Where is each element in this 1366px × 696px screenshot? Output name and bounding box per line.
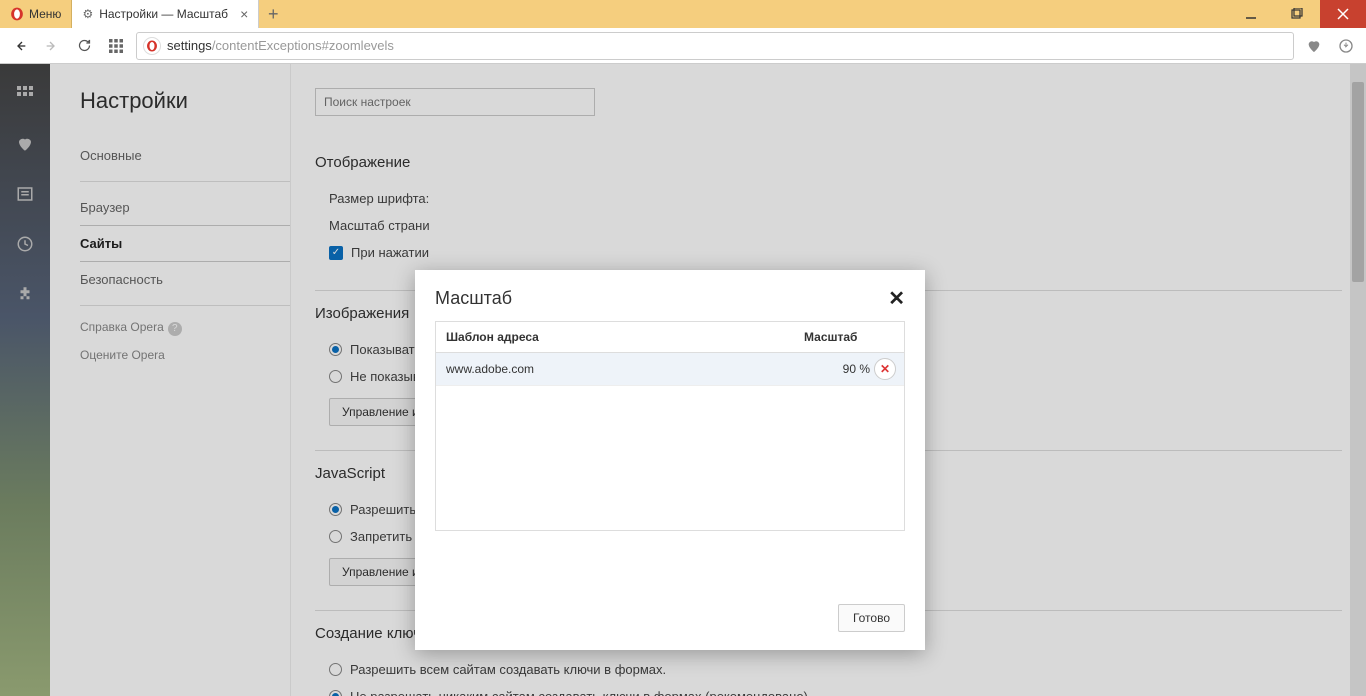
section-display: Отображение — [315, 140, 1342, 171]
page-title: Настройки — [80, 88, 290, 114]
news-rail-icon[interactable] — [15, 184, 35, 204]
extensions-rail-icon[interactable] — [15, 284, 35, 304]
checkbox-icon: ✓ — [329, 246, 343, 260]
browser-tab[interactable]: ⚙ Настройки — Масштаб × — [72, 0, 259, 28]
nav-help[interactable]: Справка Opera? — [80, 314, 290, 342]
settings-nav: Настройки Основные Браузер Сайты Безопас… — [50, 64, 290, 696]
history-rail-icon[interactable] — [15, 234, 35, 254]
menu-button[interactable]: Меню — [0, 0, 72, 28]
help-icon: ? — [168, 322, 182, 336]
nav-rate[interactable]: Оцените Opera — [80, 342, 290, 368]
left-rail — [0, 64, 50, 696]
heart-icon — [1306, 38, 1322, 54]
address-bar[interactable]: settings/contentExceptions#zoomlevels — [136, 32, 1294, 60]
row-zoom: 90 % — [760, 353, 870, 385]
radio-icon — [329, 343, 342, 356]
nav-security[interactable]: Безопасность — [80, 262, 290, 297]
reload-icon — [77, 38, 92, 53]
gear-icon: ⚙ — [82, 7, 93, 21]
grid-icon — [109, 39, 123, 53]
nav-websites[interactable]: Сайты — [80, 225, 290, 262]
column-zoom: Масштаб — [794, 322, 904, 352]
menu-label: Меню — [29, 7, 61, 21]
forward-button[interactable] — [40, 34, 64, 58]
row-host: www.adobe.com — [436, 353, 760, 385]
tab-title: Настройки — Масштаб — [99, 7, 228, 21]
radio-icon — [329, 530, 342, 543]
radio-icon — [329, 663, 342, 676]
close-window-button[interactable] — [1320, 0, 1366, 28]
row-delete-button[interactable]: ✕ — [874, 358, 896, 380]
opera-badge-icon — [143, 37, 161, 55]
done-button[interactable]: Готово — [838, 604, 905, 632]
back-button[interactable] — [8, 34, 32, 58]
speed-dial-button[interactable] — [104, 34, 128, 58]
download-button[interactable] — [1334, 34, 1358, 58]
zoom-exceptions-dialog: Масштаб ✕ Шаблон адреса Масштаб www.adob… — [415, 270, 925, 650]
minimize-button[interactable] — [1228, 0, 1274, 28]
download-progress-icon — [1338, 38, 1354, 54]
dialog-title: Масштаб — [435, 288, 512, 309]
bookmarks-rail-icon[interactable] — [15, 134, 35, 154]
browser-toolbar: settings/contentExceptions#zoomlevels — [0, 28, 1366, 64]
arrow-left-icon — [12, 38, 28, 54]
window-controls — [1228, 0, 1366, 28]
zoom-table: Шаблон адреса Масштаб www.adobe.com 90 %… — [435, 321, 905, 531]
radio-icon — [329, 370, 342, 383]
page-zoom-row: Масштаб страни — [315, 212, 1342, 239]
maximize-button[interactable] — [1274, 0, 1320, 28]
arrow-right-icon — [44, 38, 60, 54]
opera-icon — [10, 7, 24, 21]
keys-allow-radio[interactable]: Разрешить всем сайтам создавать ключи в … — [315, 656, 1342, 683]
onclick-row[interactable]: ✓При нажатии — [315, 239, 1342, 266]
tab-close-icon[interactable]: × — [240, 6, 248, 22]
table-header: Шаблон адреса Масштаб — [436, 322, 904, 353]
nav-browser[interactable]: Браузер — [80, 190, 290, 225]
reload-button[interactable] — [72, 34, 96, 58]
font-size-row: Размер шрифта: — [315, 185, 1342, 212]
radio-icon — [329, 503, 342, 516]
window-titlebar: Меню ⚙ Настройки — Масштаб × + — [0, 0, 1366, 28]
new-tab-button[interactable]: + — [259, 0, 287, 28]
settings-search-input[interactable] — [315, 88, 595, 116]
radio-icon — [329, 690, 342, 696]
dialog-close-button[interactable]: ✕ — [888, 286, 905, 311]
nav-basic[interactable]: Основные — [80, 138, 290, 173]
speed-dial-rail-icon[interactable] — [15, 84, 35, 104]
column-pattern: Шаблон адреса — [436, 322, 794, 352]
url-text: settings/contentExceptions#zoomlevels — [167, 38, 394, 53]
bookmark-button[interactable] — [1302, 34, 1326, 58]
table-row[interactable]: www.adobe.com 90 % ✕ — [436, 353, 904, 386]
keys-block-radio[interactable]: Не разрешать никаким сайтам создавать кл… — [315, 683, 1342, 696]
